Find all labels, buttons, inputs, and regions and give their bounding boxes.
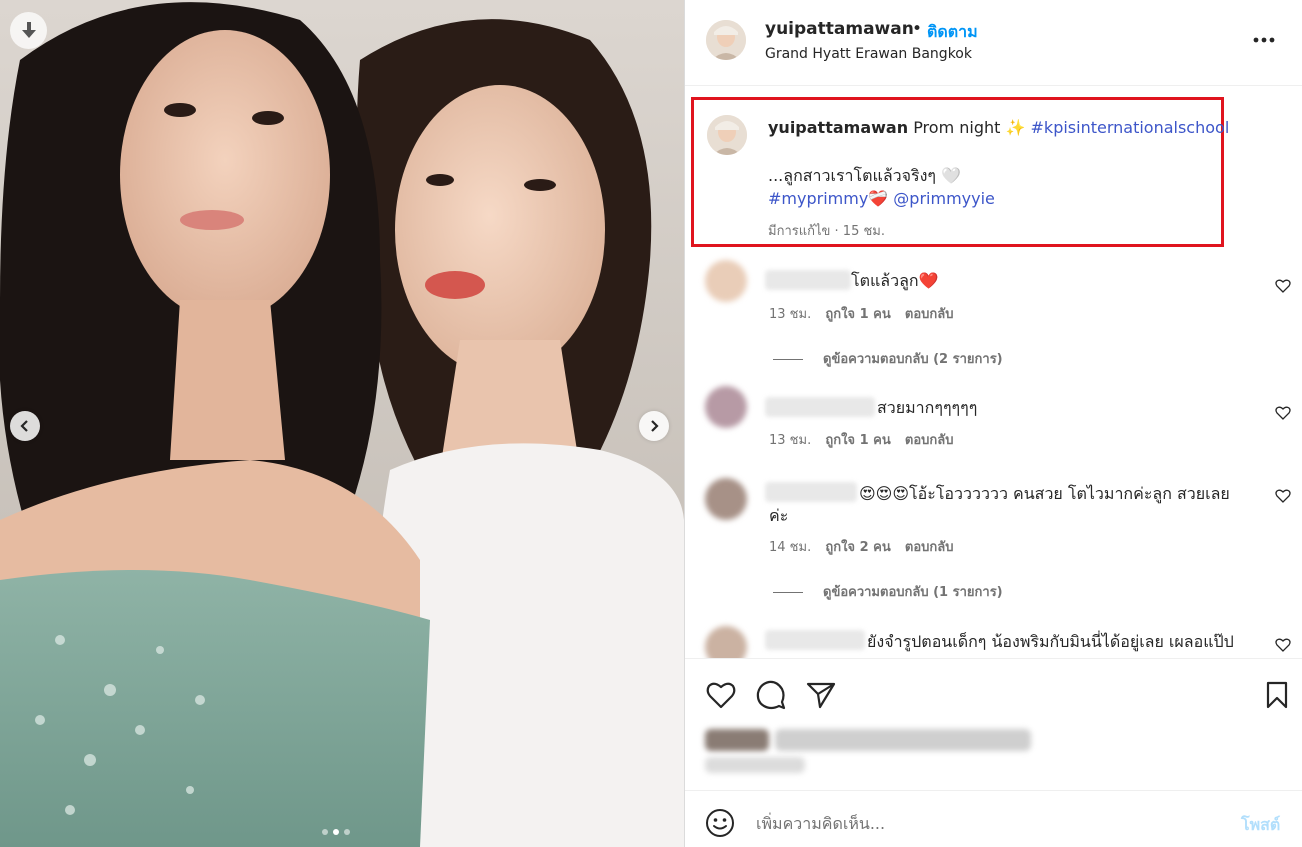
avatar[interactable] [706,20,746,60]
add-comment-bar: โพสต์ [685,790,1302,847]
download-button[interactable] [10,12,47,49]
comment-meta: 13 ชม. ถูกใจ 1 คน ตอบกลับ [769,429,963,450]
follow-button[interactable]: ติดตาม [927,20,978,45]
carousel-dot [322,829,328,835]
like-button[interactable] [705,679,737,711]
avatar-image [706,20,746,60]
bookmark-icon [1266,681,1288,709]
liked-by-text [775,729,1031,751]
comment-time: 13 ชม. [769,307,812,322]
share-button[interactable] [805,679,837,711]
chevron-left-icon [20,420,28,432]
comment-username[interactable] [765,397,875,417]
avatar-image [707,115,747,155]
comment-input[interactable] [756,809,1216,837]
post-caption: yuipattamawan Prom night ✨ #kpisinternat… [691,97,1229,247]
comment-meta: 13 ชม. ถูกใจ 1 คน ตอบกลับ [769,303,963,324]
heart-emoji: ❤️‍🩹 [868,189,889,208]
avatar[interactable] [705,386,747,428]
post-image-carousel[interactable] [0,0,684,847]
reply-button[interactable]: ตอบกลับ [905,433,954,448]
comment-text: 😍😍😍โอ้ะโอวววววว คนสวย โตไวมากค่ะลูก สวยเ… [859,484,1230,503]
avatar[interactable] [705,626,747,658]
heart-icon [706,682,736,709]
comments-list: โตแล้วลูก❤️ 13 ชม. ถูกใจ 1 คน ตอบกลับ ดู… [685,250,1302,658]
sparkle-emoji: ✨ [1005,118,1026,137]
comment-username[interactable] [765,630,865,650]
avatar[interactable] [707,115,747,155]
share-icon [806,682,836,709]
comment-button[interactable] [755,679,787,711]
post-header: yuipattamawan • ติดตาม Grand Hyatt Erawa… [685,0,1302,86]
caption-line-3: #myprimmy❤️‍🩹 @primmyyie [768,189,995,208]
heart-icon[interactable] [1275,278,1291,294]
comment-text: โตแล้วลูก❤️ [851,271,939,290]
post-location[interactable]: Grand Hyatt Erawan Bangkok [765,46,972,62]
more-options-button[interactable] [1251,28,1277,52]
more-icon [1253,37,1275,43]
white-heart-emoji: 🤍 [941,166,962,185]
avatar[interactable] [705,260,747,302]
comment-likes[interactable]: ถูกใจ 1 คน [825,307,890,322]
save-button[interactable] [1261,679,1293,711]
caption-line-2: ...ลูกสาวเราโตแล้วจริงๆ 🤍 [768,164,961,189]
comment-text: สวยมากๆๆๆๆๆ [877,398,978,417]
carousel-next-button[interactable] [639,411,669,441]
mention-link[interactable]: @primmyyie [893,189,995,208]
comment-likes[interactable]: ถูกใจ 2 คน [825,540,890,555]
heart-icon[interactable] [1275,405,1291,421]
avatar[interactable] [705,478,747,520]
caption-line-1: yuipattamawan Prom night ✨ #kpisinternat… [768,118,1229,137]
reply-button[interactable]: ตอบกลับ [905,540,954,555]
carousel-dot-active [333,829,339,835]
post-photo [0,0,684,847]
comment-username[interactable] [765,270,851,290]
reply-button[interactable]: ตอบกลับ [905,307,954,322]
view-replies-button[interactable]: ดูข้อความตอบกลับ (2 รายการ) [773,348,1003,369]
comment-username[interactable] [765,482,857,502]
post-comment-button[interactable]: โพสต์ [1241,813,1280,838]
caption-meta: มีการแก้ไข · 15 ชม. [768,224,885,239]
download-icon [21,21,36,38]
comment-text: ยังจำรูปตอนเด็กๆ น้องพริมกับมินนี่ได้อยู… [867,632,1234,651]
comment-text-continued: ค่ะ [769,506,789,525]
header-separator: • [912,19,923,39]
heart-icon[interactable] [1275,637,1291,653]
emoji-icon[interactable] [705,808,735,838]
caption-text: ...ลูกสาวเราโตแล้วจริงๆ [768,166,936,185]
carousel-dot [344,829,350,835]
post-author-username[interactable]: yuipattamawan [765,19,914,39]
chevron-right-icon [651,420,659,432]
heart-icon[interactable] [1275,488,1291,504]
hashtag-link[interactable]: #myprimmy [768,189,868,208]
caption-username[interactable]: yuipattamawan [768,118,908,137]
comment-time: 13 ชม. [769,433,812,448]
post-modal: yuipattamawan • ติดตาม Grand Hyatt Erawa… [0,0,1302,847]
comment-likes[interactable]: ถูกใจ 1 คน [825,433,890,448]
comment-icon [756,680,786,710]
post-date [705,757,805,773]
comment-meta: 14 ชม. ถูกใจ 2 คน ตอบกลับ [769,536,963,557]
post-actions [685,658,1302,788]
caption-text: Prom night [913,118,1001,137]
comment-time: 14 ชม. [769,540,812,555]
carousel-indicator [322,829,350,835]
hashtag-link[interactable]: #kpisinternationalschool [1031,118,1230,137]
post-details-panel: yuipattamawan • ติดตาม Grand Hyatt Erawa… [684,0,1302,847]
view-replies-button[interactable]: ดูข้อความตอบกลับ (1 รายการ) [773,581,1003,602]
carousel-prev-button[interactable] [10,411,40,441]
liked-by-avatars [705,729,769,751]
